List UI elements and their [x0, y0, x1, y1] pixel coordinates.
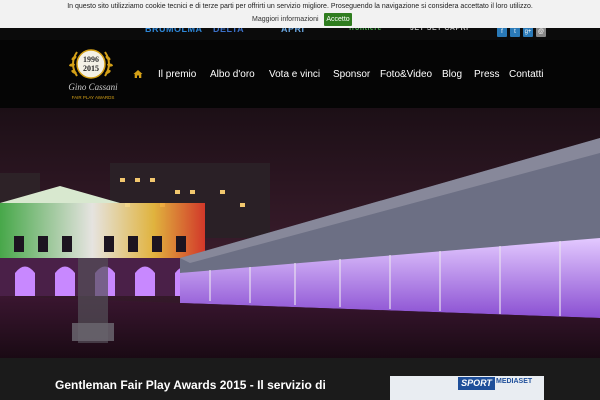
- mediaset-logo: MEDIASET: [496, 378, 533, 385]
- nav-item-press[interactable]: Press: [474, 69, 500, 80]
- nav-item-contatti[interactable]: Contatti: [509, 69, 543, 80]
- logo-signature: Gino Cassani: [68, 82, 118, 92]
- logo-tagline: FAIR PLAY AWARDS: [72, 95, 115, 100]
- twitter-icon[interactable]: t: [510, 27, 520, 37]
- cookie-message: In questo sito utilizziamo cookie tecnic…: [67, 3, 533, 10]
- cookie-bar: In questo sito utilizziamo cookie tecnic…: [0, 0, 600, 28]
- nav-item-vota-e-vinci[interactable]: Vota e vinci: [269, 69, 320, 80]
- nav-item-albo-doro[interactable]: Albo d'oro: [210, 69, 255, 80]
- cookie-more-info-link[interactable]: Maggiori informazioni: [252, 16, 319, 23]
- nav-item-il-premio[interactable]: Il premio: [158, 69, 196, 80]
- cookie-accept-button[interactable]: Accetto: [324, 13, 352, 26]
- mail-icon[interactable]: @: [536, 27, 546, 37]
- nav-item-foto-video[interactable]: Foto&Video: [380, 69, 432, 80]
- article-title[interactable]: Gentleman Fair Play Awards 2015 - Il ser…: [55, 378, 326, 392]
- hero-image: [0, 108, 600, 358]
- facebook-icon[interactable]: f: [497, 27, 507, 37]
- logo-year-top: 1996: [83, 55, 99, 64]
- nav-item-blog[interactable]: Blog: [442, 69, 462, 80]
- googleplus-icon[interactable]: g+: [523, 27, 533, 37]
- sport-logo: SPORT: [458, 377, 495, 390]
- nav-item-sponsor[interactable]: Sponsor: [333, 69, 370, 80]
- home-icon[interactable]: [133, 69, 143, 79]
- logo-year-bottom: 2015: [83, 64, 99, 73]
